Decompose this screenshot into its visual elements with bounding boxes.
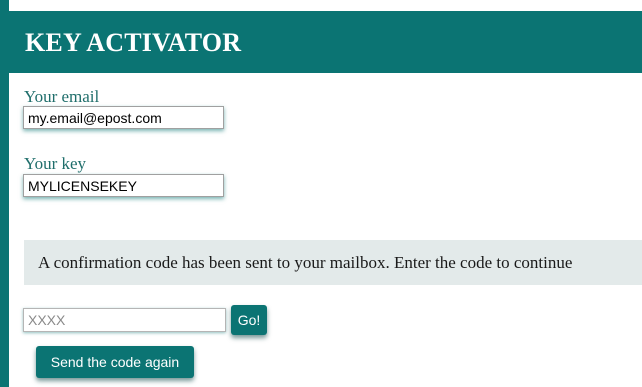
key-label: Your key [24, 154, 87, 173]
left-accent-bar [0, 0, 9, 387]
resend-code-button[interactable]: Send the code again [36, 346, 194, 378]
go-button[interactable]: Go! [231, 305, 267, 335]
license-key-field[interactable] [23, 174, 224, 197]
confirmation-message: A confirmation code has been sent to you… [38, 253, 573, 272]
confirmation-code-input[interactable] [23, 308, 226, 332]
app-header: KEY ACTIVATOR [9, 11, 642, 73]
email-field[interactable] [23, 106, 224, 129]
page-title: KEY ACTIVATOR [25, 28, 242, 57]
confirmation-message-panel: A confirmation code has been sent to you… [24, 240, 642, 285]
page-top-margin [0, 0, 642, 11]
email-label: Your email [24, 87, 100, 106]
